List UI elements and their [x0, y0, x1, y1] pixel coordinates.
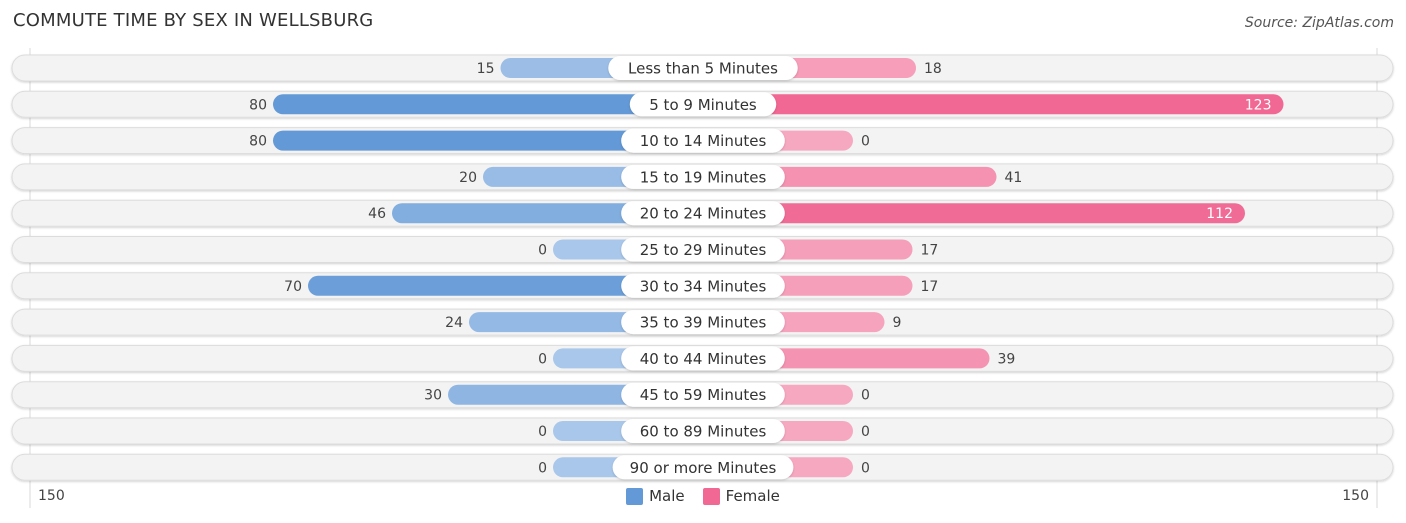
legend-swatch-female [702, 487, 720, 505]
value-label-male: 70 [284, 279, 302, 295]
value-label-female: 17 [921, 243, 939, 259]
chart-row: 24 9 35 to 39 Minutes [11, 308, 1394, 336]
value-label-male: 0 [538, 460, 547, 476]
legend-label-female: Female [725, 487, 780, 505]
legend-item-female[interactable]: Female [702, 487, 780, 505]
chart-row: 46 112 20 to 24 Minutes [11, 199, 1394, 227]
value-label-male: 20 [459, 170, 477, 186]
chart-row: 0 17 25 to 29 Minutes [11, 236, 1394, 263]
value-label-male: 0 [538, 243, 547, 259]
category-label: 15 to 19 Minutes [640, 168, 767, 186]
value-label-male: 30 [424, 388, 442, 404]
legend-label-male: Male [649, 487, 685, 505]
value-label-female: 0 [861, 424, 870, 440]
bar-female [703, 94, 1284, 115]
category-label: 45 to 59 Minutes [640, 386, 767, 404]
chart-row: 20 41 15 to 19 Minutes [11, 163, 1394, 191]
legend-swatch-male [626, 487, 644, 505]
category-label: Less than 5 Minutes [628, 60, 778, 78]
value-label-male: 80 [249, 134, 267, 150]
value-label-female: 17 [921, 279, 939, 295]
category-label: 35 to 39 Minutes [640, 314, 767, 332]
value-label-female: 0 [861, 134, 870, 150]
chart-row: 15 18 Less than 5 Minutes [11, 54, 1394, 82]
chart-row: 70 17 30 to 34 Minutes [11, 272, 1394, 300]
chart-area: 15 18 Less than 5 Minutes 80 123 5 to 9 Minut… [11, 48, 1394, 508]
value-label-female: 0 [861, 460, 870, 476]
legend: Male Female [0, 487, 1406, 505]
value-label-male: 24 [445, 315, 463, 331]
chart-row: 0 0 60 to 89 Minutes [11, 417, 1394, 445]
value-label-male: 46 [368, 206, 386, 222]
category-label: 20 to 24 Minutes [640, 205, 767, 223]
chart-row: 80 0 10 to 14 Minutes [11, 127, 1394, 155]
chart-row: 0 0 90 or more Minutes [11, 453, 1394, 481]
legend-item-male[interactable]: Male [626, 487, 685, 505]
value-label-female: 112 [1206, 206, 1233, 222]
value-label-male: 0 [538, 424, 547, 440]
value-label-male: 80 [249, 97, 267, 113]
category-label: 40 to 44 Minutes [640, 350, 767, 368]
category-label: 10 to 14 Minutes [640, 132, 767, 150]
value-label-male: 15 [477, 61, 495, 77]
value-label-female: 0 [861, 388, 870, 404]
category-label: 60 to 89 Minutes [640, 423, 767, 441]
category-label: 25 to 29 Minutes [640, 241, 767, 259]
value-label-female: 41 [1005, 170, 1023, 186]
value-label-female: 123 [1245, 97, 1272, 113]
category-label: 5 to 9 Minutes [649, 96, 757, 114]
category-label: 90 or more Minutes [630, 459, 777, 477]
chart-row: 30 0 45 to 59 Minutes [11, 381, 1394, 409]
value-label-female: 18 [924, 61, 942, 77]
value-label-male: 0 [538, 351, 547, 367]
value-label-female: 39 [998, 351, 1016, 367]
chart-row: 0 39 40 to 44 Minutes [11, 344, 1394, 372]
category-label: 30 to 34 Minutes [640, 277, 767, 295]
value-label-female: 9 [893, 315, 902, 331]
chart-row: 80 123 5 to 9 Minutes [11, 90, 1394, 118]
